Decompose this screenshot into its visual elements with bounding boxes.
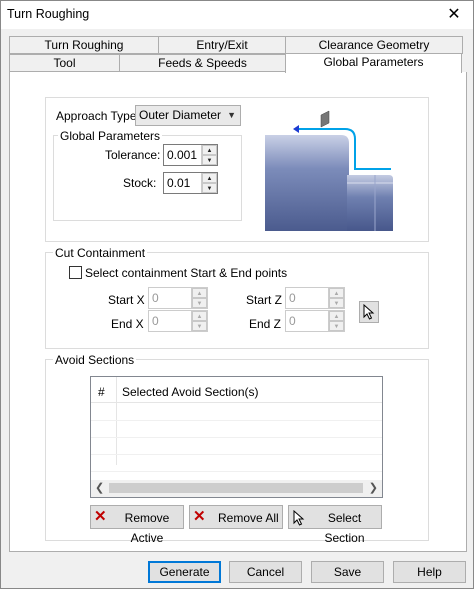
list-item[interactable] xyxy=(91,421,382,438)
start-x-label: Start X xyxy=(108,293,145,307)
tolerance-value: 0.001 xyxy=(167,148,198,162)
spin-up-icon[interactable]: ▲ xyxy=(329,311,344,321)
spin-up-icon[interactable]: ▲ xyxy=(202,173,217,183)
pick-point-button[interactable] xyxy=(359,301,379,323)
title-bar: Turn Roughing ✕ xyxy=(1,1,473,29)
start-x-stepper[interactable]: 0 ▲ ▼ xyxy=(148,287,208,309)
end-z-label: End Z xyxy=(249,317,282,331)
remove-all-button[interactable]: ✕ Remove All xyxy=(189,505,283,529)
global-parameters-group-label: Global Parameters xyxy=(58,129,163,143)
end-x-stepper[interactable]: 0 ▲ ▼ xyxy=(148,310,208,332)
stock-value: 0.01 xyxy=(167,176,191,190)
stock-label: Stock: xyxy=(123,176,157,190)
red-x-icon: ✕ xyxy=(94,508,107,525)
spin-down-icon[interactable]: ▼ xyxy=(192,298,207,308)
chevron-left-icon[interactable]: ❮ xyxy=(95,481,104,494)
dialog-window: Turn Roughing ✕ Turn Roughing Entry/Exit… xyxy=(0,0,474,589)
cursor-arrow-icon xyxy=(363,303,375,320)
tab-entry-exit[interactable]: Entry/Exit xyxy=(158,36,286,54)
scrollbar-thumb[interactable] xyxy=(109,483,363,493)
end-z-stepper[interactable]: 0 ▲ ▼ xyxy=(285,310,345,332)
spin-down-icon[interactable]: ▼ xyxy=(192,321,207,331)
column-header-number[interactable]: # xyxy=(98,385,105,399)
cancel-button[interactable]: Cancel xyxy=(229,561,302,583)
cursor-arrow-icon xyxy=(293,510,305,526)
chevron-right-icon[interactable]: ❯ xyxy=(369,481,378,494)
approach-type-select[interactable]: Outer Diameter ▼ xyxy=(135,105,241,126)
list-item[interactable] xyxy=(91,455,382,472)
spin-up-icon[interactable]: ▲ xyxy=(202,145,217,155)
chevron-down-icon: ▼ xyxy=(227,110,236,120)
red-x-icon: ✕ xyxy=(193,508,206,525)
stock-stepper[interactable]: 0.01 ▲ ▼ xyxy=(163,172,218,194)
tab-clearance-geometry[interactable]: Clearance Geometry xyxy=(285,36,463,54)
horizontal-scrollbar[interactable]: ❮ ❯ xyxy=(91,480,382,497)
generate-button[interactable]: Generate xyxy=(148,561,221,583)
containment-checkbox[interactable] xyxy=(69,266,82,279)
spin-down-icon[interactable]: ▼ xyxy=(202,155,217,165)
list-header: # Selected Avoid Section(s) xyxy=(91,377,382,465)
cut-containment-group-label: Cut Containment xyxy=(53,246,148,260)
avoid-sections-list[interactable]: # Selected Avoid Section(s) ❮ ❯ xyxy=(90,376,383,498)
save-button[interactable]: Save xyxy=(311,561,384,583)
tab-global-parameters[interactable]: Global Parameters xyxy=(285,53,462,73)
end-z-value: 0 xyxy=(289,314,296,328)
select-section-label: Select Section xyxy=(324,511,365,545)
spin-up-icon[interactable]: ▲ xyxy=(192,288,207,298)
window-title: Turn Roughing xyxy=(7,7,90,21)
tab-tool[interactable]: Tool xyxy=(9,54,120,72)
avoid-sections-group-label: Avoid Sections xyxy=(53,353,137,367)
remove-active-label: Remove Active xyxy=(124,511,170,545)
help-button[interactable]: Help xyxy=(393,561,466,583)
spin-down-icon[interactable]: ▼ xyxy=(329,321,344,331)
column-header-section[interactable]: Selected Avoid Section(s) xyxy=(122,385,259,399)
spin-up-icon[interactable]: ▲ xyxy=(192,311,207,321)
list-item[interactable] xyxy=(91,438,382,455)
remove-all-label: Remove All xyxy=(218,511,279,525)
start-z-label: Start Z xyxy=(246,293,283,307)
tolerance-stepper[interactable]: 0.001 ▲ ▼ xyxy=(163,144,218,166)
list-item[interactable] xyxy=(91,404,382,421)
end-x-label: End X xyxy=(111,317,144,331)
spin-down-icon[interactable]: ▼ xyxy=(329,298,344,308)
containment-checkbox-label: Select containment Start & End points xyxy=(85,266,288,280)
spin-down-icon[interactable]: ▼ xyxy=(202,183,217,193)
select-section-button[interactable]: Select Section xyxy=(288,505,382,545)
tolerance-label: Tolerance: xyxy=(105,148,161,162)
end-x-value: 0 xyxy=(152,314,159,328)
close-icon[interactable]: ✕ xyxy=(445,4,463,24)
tab-turn-roughing[interactable]: Turn Roughing xyxy=(9,36,159,54)
remove-active-button[interactable]: ✕ Remove Active xyxy=(90,505,184,545)
start-x-value: 0 xyxy=(152,291,159,305)
turn-roughing-illustration xyxy=(265,110,393,231)
tab-feeds-speeds[interactable]: Feeds & Speeds xyxy=(119,54,286,72)
start-z-stepper[interactable]: 0 ▲ ▼ xyxy=(285,287,345,309)
approach-type-label: Approach Type xyxy=(56,109,137,123)
approach-type-value: Outer Diameter xyxy=(139,108,222,122)
spin-up-icon[interactable]: ▲ xyxy=(329,288,344,298)
start-z-value: 0 xyxy=(289,291,296,305)
